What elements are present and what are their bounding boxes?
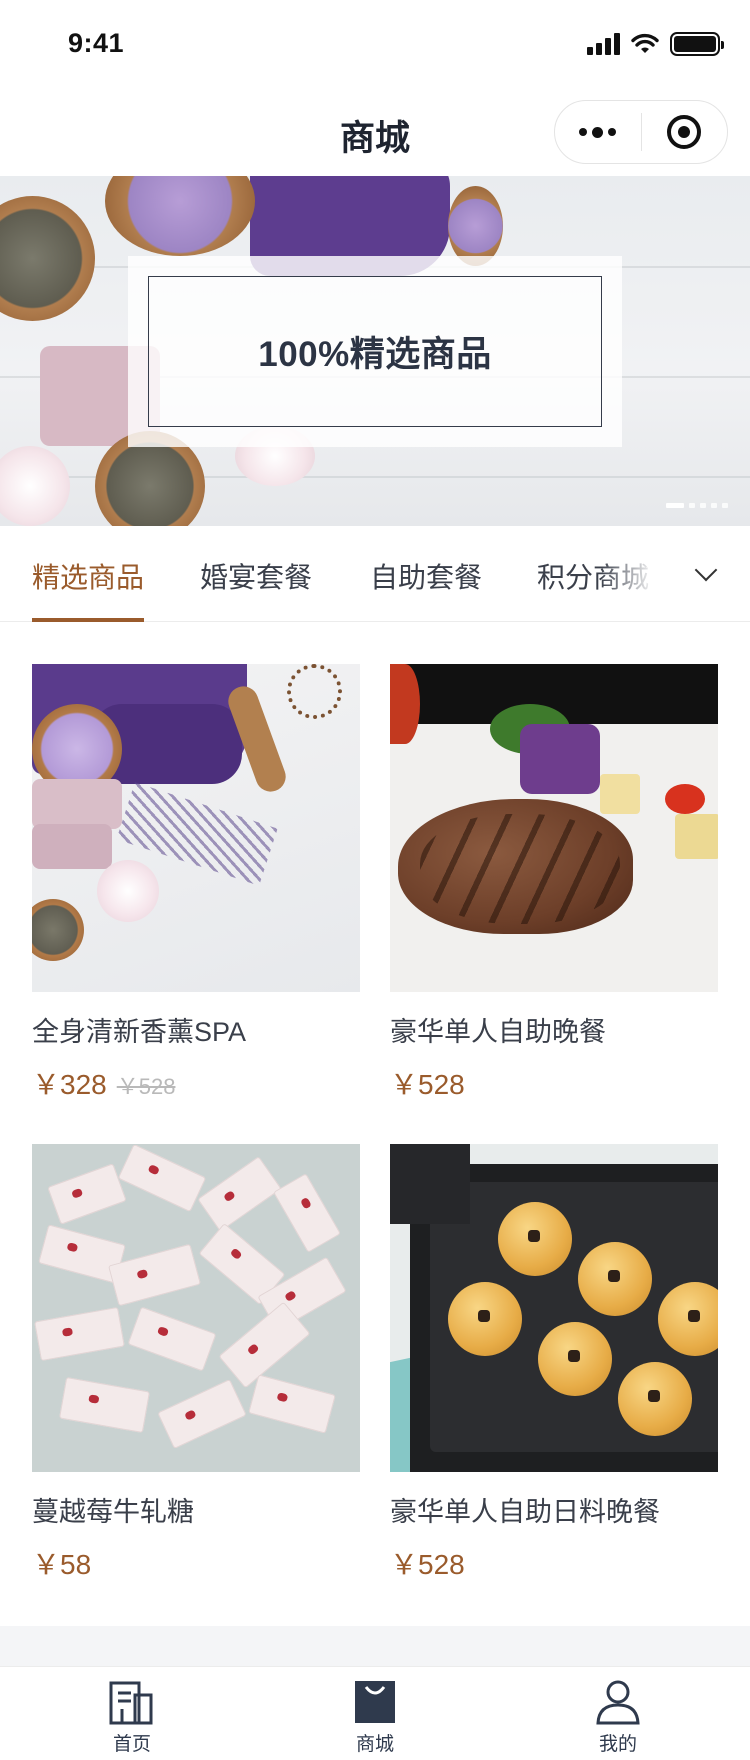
img-nougat-piece <box>157 1378 247 1450</box>
img-mooncake <box>538 1322 612 1396</box>
product-card[interactable]: 蔓越莓牛轧糖 ￥58 <box>32 1144 360 1583</box>
tabbar-label: 我的 <box>598 1734 637 1755</box>
tabbar-item-mall[interactable]: 商城 <box>315 1677 435 1756</box>
battery-icon <box>670 32 724 56</box>
banner-text-frame: 100%精选商品 <box>128 256 622 447</box>
product-price: ￥58 <box>32 1549 92 1580</box>
product-name: 蔓越莓牛轧糖 <box>32 1497 194 1527</box>
product-card[interactable]: 全身清新香薰SPA ￥328 ￥528 <box>32 664 360 1103</box>
product-card[interactable]: 豪华单人自助晚餐 ￥528 <box>390 664 718 1103</box>
img-garnish <box>600 774 640 814</box>
product-price-row: ￥328 ￥528 <box>32 1063 360 1103</box>
product-price-row: ￥528 <box>390 1063 718 1103</box>
user-icon <box>558 1677 678 1725</box>
more-dots-icon <box>579 126 617 138</box>
img-mooncake <box>578 1242 652 1316</box>
status-icons <box>587 32 724 56</box>
product-price-row: ￥58 <box>32 1543 360 1583</box>
img-mooncake <box>498 1202 572 1276</box>
product-image[interactable] <box>32 1144 360 1472</box>
img-bowl <box>32 899 84 961</box>
banner-frame-border: 100%精选商品 <box>148 276 602 427</box>
img-nougat-piece <box>58 1376 151 1434</box>
target-icon <box>667 115 702 149</box>
img-soap <box>32 779 122 829</box>
section-divider <box>0 1626 750 1666</box>
banner-carousel[interactable]: 100%精选商品 <box>0 176 750 526</box>
img-tomato <box>665 784 705 814</box>
img-nougat-piece <box>248 1374 336 1434</box>
img-nougat-piece <box>117 1144 207 1213</box>
banner-indicators <box>666 503 728 508</box>
tab-buffet[interactable]: 自助套餐 <box>370 556 482 596</box>
banner-bowl <box>448 186 503 266</box>
home-icon <box>72 1677 192 1725</box>
product-name: 全身清新香薰SPA <box>32 1017 247 1047</box>
product-name: 豪华单人自助晚餐 <box>390 1017 606 1047</box>
close-button[interactable] <box>642 100 728 164</box>
img-mooncake <box>618 1362 692 1436</box>
img-rattan-ball <box>287 664 342 719</box>
product-image[interactable] <box>390 664 718 992</box>
banner-dot[interactable] <box>700 503 706 508</box>
tab-featured[interactable]: 精选商品 <box>32 556 144 596</box>
tabbar-label: 商城 <box>355 1734 394 1755</box>
banner-candle <box>0 446 70 526</box>
product-card[interactable]: 豪华单人自助日料晚餐 ￥528 <box>390 1144 718 1583</box>
mini-program-capsule <box>554 100 728 164</box>
img-nougat-piece <box>273 1173 341 1253</box>
wifi-icon <box>631 33 659 53</box>
status-time: 9:41 <box>68 28 125 58</box>
nav-bar: 商城 <box>0 88 750 176</box>
banner-bowl <box>0 196 95 321</box>
img-soap <box>32 824 112 869</box>
img-nougat-piece <box>47 1163 127 1225</box>
tabbar-label: 首页 <box>112 1734 151 1755</box>
more-button[interactable] <box>555 100 641 164</box>
img-box-lid <box>390 1144 470 1224</box>
tabbar-item-me[interactable]: 我的 <box>558 1677 678 1756</box>
product-price: ￥528 <box>390 1069 465 1100</box>
img-nougat-piece <box>197 1156 282 1232</box>
active-tab-indicator <box>32 618 144 622</box>
signal-icon <box>587 33 620 55</box>
tabbar-item-home[interactable]: 首页 <box>72 1677 192 1756</box>
tab-wedding[interactable]: 婚宴套餐 <box>200 556 312 596</box>
product-price: ￥328 <box>32 1069 107 1100</box>
img-mooncake <box>448 1282 522 1356</box>
img-tomato <box>390 664 420 744</box>
banner-bowl <box>105 176 255 256</box>
img-purple-veg <box>520 724 600 794</box>
product-price: ￥528 <box>390 1549 465 1580</box>
tab-fade-overlay <box>600 526 700 621</box>
img-nougat-piece <box>34 1306 125 1362</box>
banner-dot[interactable] <box>666 503 684 508</box>
banner-text: 100%精选商品 <box>258 335 492 374</box>
product-original-price: ￥528 <box>116 1074 176 1099</box>
bottom-tab-bar: 首页 商城 我的 <box>0 1666 750 1760</box>
product-image[interactable] <box>32 664 360 992</box>
banner-dot[interactable] <box>689 503 695 508</box>
img-nougat-piece <box>127 1306 217 1372</box>
category-tabs: 精选商品 婚宴套餐 自助套餐 积分商城 <box>0 526 750 622</box>
product-name: 豪华单人自助日料晚餐 <box>390 1497 660 1527</box>
status-bar: 9:41 <box>0 0 750 88</box>
product-price-row: ￥528 <box>390 1543 718 1583</box>
img-candle <box>97 860 159 922</box>
img-garnish <box>675 814 718 859</box>
banner-dot[interactable] <box>722 503 728 508</box>
img-grill-marks <box>420 814 620 924</box>
banner-dot[interactable] <box>711 503 717 508</box>
product-image[interactable] <box>390 1144 718 1472</box>
shopping-bag-icon <box>315 1677 435 1725</box>
